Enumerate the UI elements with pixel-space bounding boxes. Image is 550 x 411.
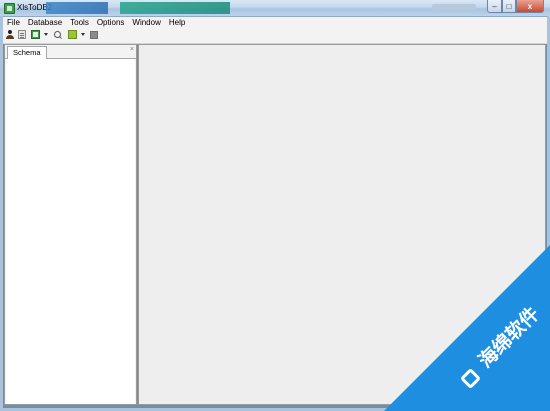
schema-tree[interactable] bbox=[6, 59, 135, 404]
panel-tab-strip: Schema × bbox=[5, 45, 136, 59]
stop-icon[interactable] bbox=[90, 31, 98, 39]
schema-panel: Schema × bbox=[4, 44, 137, 405]
user-icon[interactable] bbox=[5, 30, 15, 40]
panel-close-icon[interactable]: × bbox=[130, 46, 134, 53]
toolbar bbox=[0, 28, 550, 44]
tab-schema[interactable]: Schema bbox=[7, 46, 47, 59]
magnifier-icon[interactable] bbox=[53, 30, 63, 40]
menu-options[interactable]: Options bbox=[93, 17, 129, 28]
menu-help[interactable]: Help bbox=[165, 17, 189, 28]
close-button[interactable]: x bbox=[516, 0, 544, 13]
menu-tools[interactable]: Tools bbox=[66, 17, 93, 28]
title-bar[interactable]: XlsToDB2 – □ x bbox=[0, 0, 550, 17]
menu-file[interactable]: File bbox=[0, 17, 24, 28]
minimize-button[interactable]: – bbox=[487, 0, 502, 13]
dropdown-arrow-icon[interactable] bbox=[81, 33, 85, 36]
database-icon[interactable] bbox=[68, 30, 77, 39]
document-icon[interactable] bbox=[18, 30, 26, 39]
title-band-decoration bbox=[46, 2, 108, 14]
spreadsheet-icon[interactable] bbox=[31, 30, 40, 39]
blurred-title-text bbox=[432, 4, 476, 10]
menu-window[interactable]: Window bbox=[128, 17, 164, 28]
menu-database[interactable]: Database bbox=[24, 17, 66, 28]
menu-bar: File Database Tools Options Window Help bbox=[0, 17, 550, 28]
maximize-button[interactable]: □ bbox=[502, 0, 516, 13]
app-icon[interactable] bbox=[4, 3, 15, 14]
dropdown-arrow-icon[interactable] bbox=[44, 33, 48, 36]
title-band-decoration bbox=[120, 2, 230, 14]
